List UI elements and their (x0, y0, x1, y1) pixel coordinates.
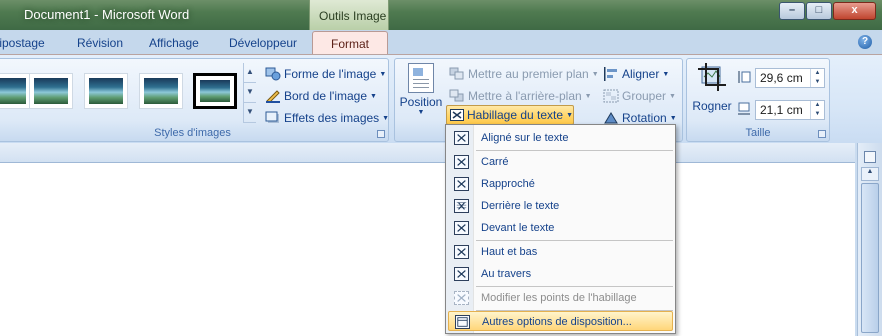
aligner-button[interactable]: Aligner ▼ (603, 67, 669, 81)
picture-style-2[interactable] (29, 73, 73, 109)
tab-revision[interactable]: Révision (77, 36, 123, 50)
picture-style-1[interactable] (0, 73, 31, 109)
menu-item-autres-options[interactable]: Autres options de disposition... (448, 311, 673, 331)
position-icon (408, 63, 434, 93)
effects-icon (265, 111, 281, 125)
gallery-more-icon[interactable]: ▼ (244, 103, 256, 123)
close-icon: x (851, 4, 858, 16)
align-icon (603, 67, 619, 81)
height-spinner[interactable]: ▲ ▼ (810, 69, 824, 87)
premier-plan-button[interactable]: Mettre au premier plan ▼ (449, 67, 599, 81)
styles-dialog-launcher-icon[interactable] (377, 130, 385, 138)
width-icon (737, 102, 751, 116)
forme-image-button[interactable]: Forme de l'image ▼ (265, 67, 386, 81)
group-styles-images: ▲ ▼ ▼ Forme de l'image ▼ Bord de l'image ▼… (0, 58, 389, 142)
menu-item-devant[interactable]: Devant le texte (448, 218, 673, 238)
menu-item-modifier-points[interactable]: Modifier les points de l'habillage (448, 288, 673, 308)
gallery-up-icon[interactable]: ▲ (244, 63, 256, 83)
rotation-button[interactable]: Rotation ▼ (603, 111, 677, 125)
send-back-icon (449, 89, 465, 103)
close-button[interactable]: x (833, 2, 876, 20)
scroll-thumb[interactable] (861, 183, 879, 333)
habillage-texte-button[interactable]: Habillage du texte ▼ (446, 105, 574, 125)
bord-image-button[interactable]: Bord de l'image ▼ (265, 89, 377, 103)
window-title: Document1 - Microsoft Word (24, 7, 190, 22)
effets-images-button[interactable]: Effets des images ▼ (265, 111, 389, 125)
ruler-toggle-icon[interactable] (864, 151, 876, 163)
vertical-scrollbar[interactable]: ▲ (857, 143, 882, 336)
document-page[interactable] (0, 163, 855, 336)
rotate-icon (603, 111, 619, 125)
width-field[interactable]: 21,1 cm ▲ ▼ (755, 100, 825, 120)
help-icon[interactable]: ? (858, 35, 872, 49)
picture-style-3[interactable] (84, 73, 128, 109)
menu-item-rapproche[interactable]: Rapproché (448, 174, 673, 194)
width-spinner[interactable]: ▲ ▼ (810, 101, 824, 119)
menu-item-au-travers[interactable]: Au travers (448, 264, 673, 284)
menu-item-aligne[interactable]: Aligné sur le texte (448, 128, 673, 148)
picture-style-5[interactable] (193, 73, 237, 109)
tight-wrap-icon (454, 177, 469, 191)
gallery-down-icon[interactable]: ▼ (244, 83, 256, 103)
habillage-dropdown-menu: Aligné sur le texte Carré Rapproché Derr… (445, 124, 676, 334)
position-button[interactable]: Position ▼ (399, 63, 443, 127)
ribbon: ▲ ▼ ▼ Forme de l'image ▼ Bord de l'image ▼… (0, 54, 882, 143)
maximize-icon: □ (815, 4, 823, 16)
picture-style-4[interactable] (139, 73, 183, 109)
gallery-scroll: ▲ ▼ ▼ (243, 63, 256, 123)
through-wrap-icon (454, 267, 469, 281)
maximize-button[interactable]: □ (806, 2, 832, 20)
tab-affichage[interactable]: Affichage (149, 36, 199, 50)
contextual-tab-group: Outils Image (309, 0, 389, 30)
group-label-taille: Taille (745, 127, 771, 139)
top-bottom-wrap-icon (454, 245, 469, 259)
in-front-text-icon (454, 221, 469, 235)
grouper-button[interactable]: Grouper ▼ (603, 89, 676, 103)
pencil-border-icon (265, 89, 281, 103)
ribbon-tabs: ilipostage Révision Affichage Développeu… (0, 30, 882, 55)
arriere-plan-button[interactable]: Mettre à l'arrière-plan ▼ (449, 89, 592, 103)
minimize-button[interactable]: – (779, 2, 805, 20)
tab-developpeur[interactable]: Développeur (229, 36, 297, 50)
height-field[interactable]: 29,6 cm ▲ ▼ (755, 68, 825, 88)
behind-text-icon (454, 199, 469, 213)
height-icon (737, 70, 751, 84)
more-layout-options-icon (455, 315, 470, 329)
tab-publipostage[interactable]: ilipostage (0, 36, 45, 50)
shape-icon (265, 67, 281, 81)
minimize-icon: – (788, 4, 796, 16)
ruler (0, 143, 855, 163)
bring-front-icon (449, 67, 465, 81)
taille-dialog-launcher-icon[interactable] (818, 130, 826, 138)
group-label-styles: Styles d'images (154, 127, 231, 139)
text-wrap-icon (450, 109, 464, 121)
edit-wrap-points-icon (454, 291, 469, 305)
crop-icon (698, 63, 726, 93)
menu-separator (476, 150, 673, 151)
contextual-group-label: Outils Image (319, 9, 387, 23)
group-icon (603, 89, 619, 103)
menu-item-derriere[interactable]: Derrière le texte (448, 196, 673, 216)
group-taille: Rogner 29,6 cm ▲ ▼ 21,1 cm ▲ ▼ Taille (686, 58, 830, 142)
inline-wrap-icon (454, 131, 469, 145)
menu-item-carre[interactable]: Carré (448, 152, 673, 172)
tab-format[interactable]: Format (312, 31, 388, 55)
rogner-button[interactable]: Rogner (691, 63, 733, 123)
menu-item-haut-bas[interactable]: Haut et bas (448, 242, 673, 262)
menu-separator (476, 240, 673, 241)
title-bar: Document1 - Microsoft Word Outils Image … (0, 0, 882, 30)
menu-separator (476, 286, 673, 287)
window-controls: – □ x (779, 2, 876, 20)
square-wrap-icon (454, 155, 469, 169)
scroll-up-icon[interactable]: ▲ (861, 167, 879, 181)
